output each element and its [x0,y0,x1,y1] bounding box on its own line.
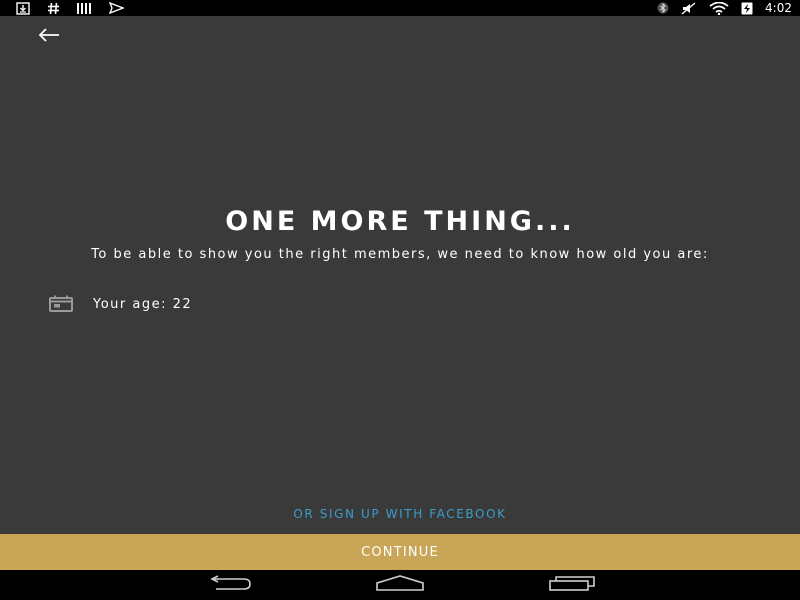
arrow-left-icon [38,27,60,46]
download-icon [16,1,30,15]
battery-charging-icon [741,2,753,15]
facebook-signup-link[interactable]: OR SIGN UP WITH FACEBOOK [0,507,800,521]
page-title: ONE MORE THING... [225,206,575,237]
back-button[interactable] [34,24,64,48]
age-selector[interactable]: Your age: 22 [48,292,192,316]
recents-nav-icon [548,575,596,595]
status-left-icons [16,1,141,15]
bluetooth-icon [657,2,669,14]
mute-icon [681,1,697,15]
wifi-icon [709,1,729,15]
status-bar: 4:02 [0,0,800,16]
recents-nav-button[interactable] [546,576,598,594]
back-nav-button[interactable] [204,575,254,595]
home-nav-button[interactable] [374,575,426,595]
back-nav-icon [206,575,252,595]
home-nav-icon [375,575,425,595]
bars-icon [77,2,92,14]
status-right-icons: 4:02 [645,0,792,16]
clock-time: 4:02 [765,1,792,15]
age-label: Your age: 22 [93,296,193,312]
sent-icon [109,2,124,14]
continue-button[interactable]: CONTINUE [0,534,800,570]
hashtag-icon [47,2,60,15]
navigation-bar [0,570,800,600]
page-subtitle: To be able to show you the right members… [91,247,709,262]
calendar-icon [48,294,74,314]
